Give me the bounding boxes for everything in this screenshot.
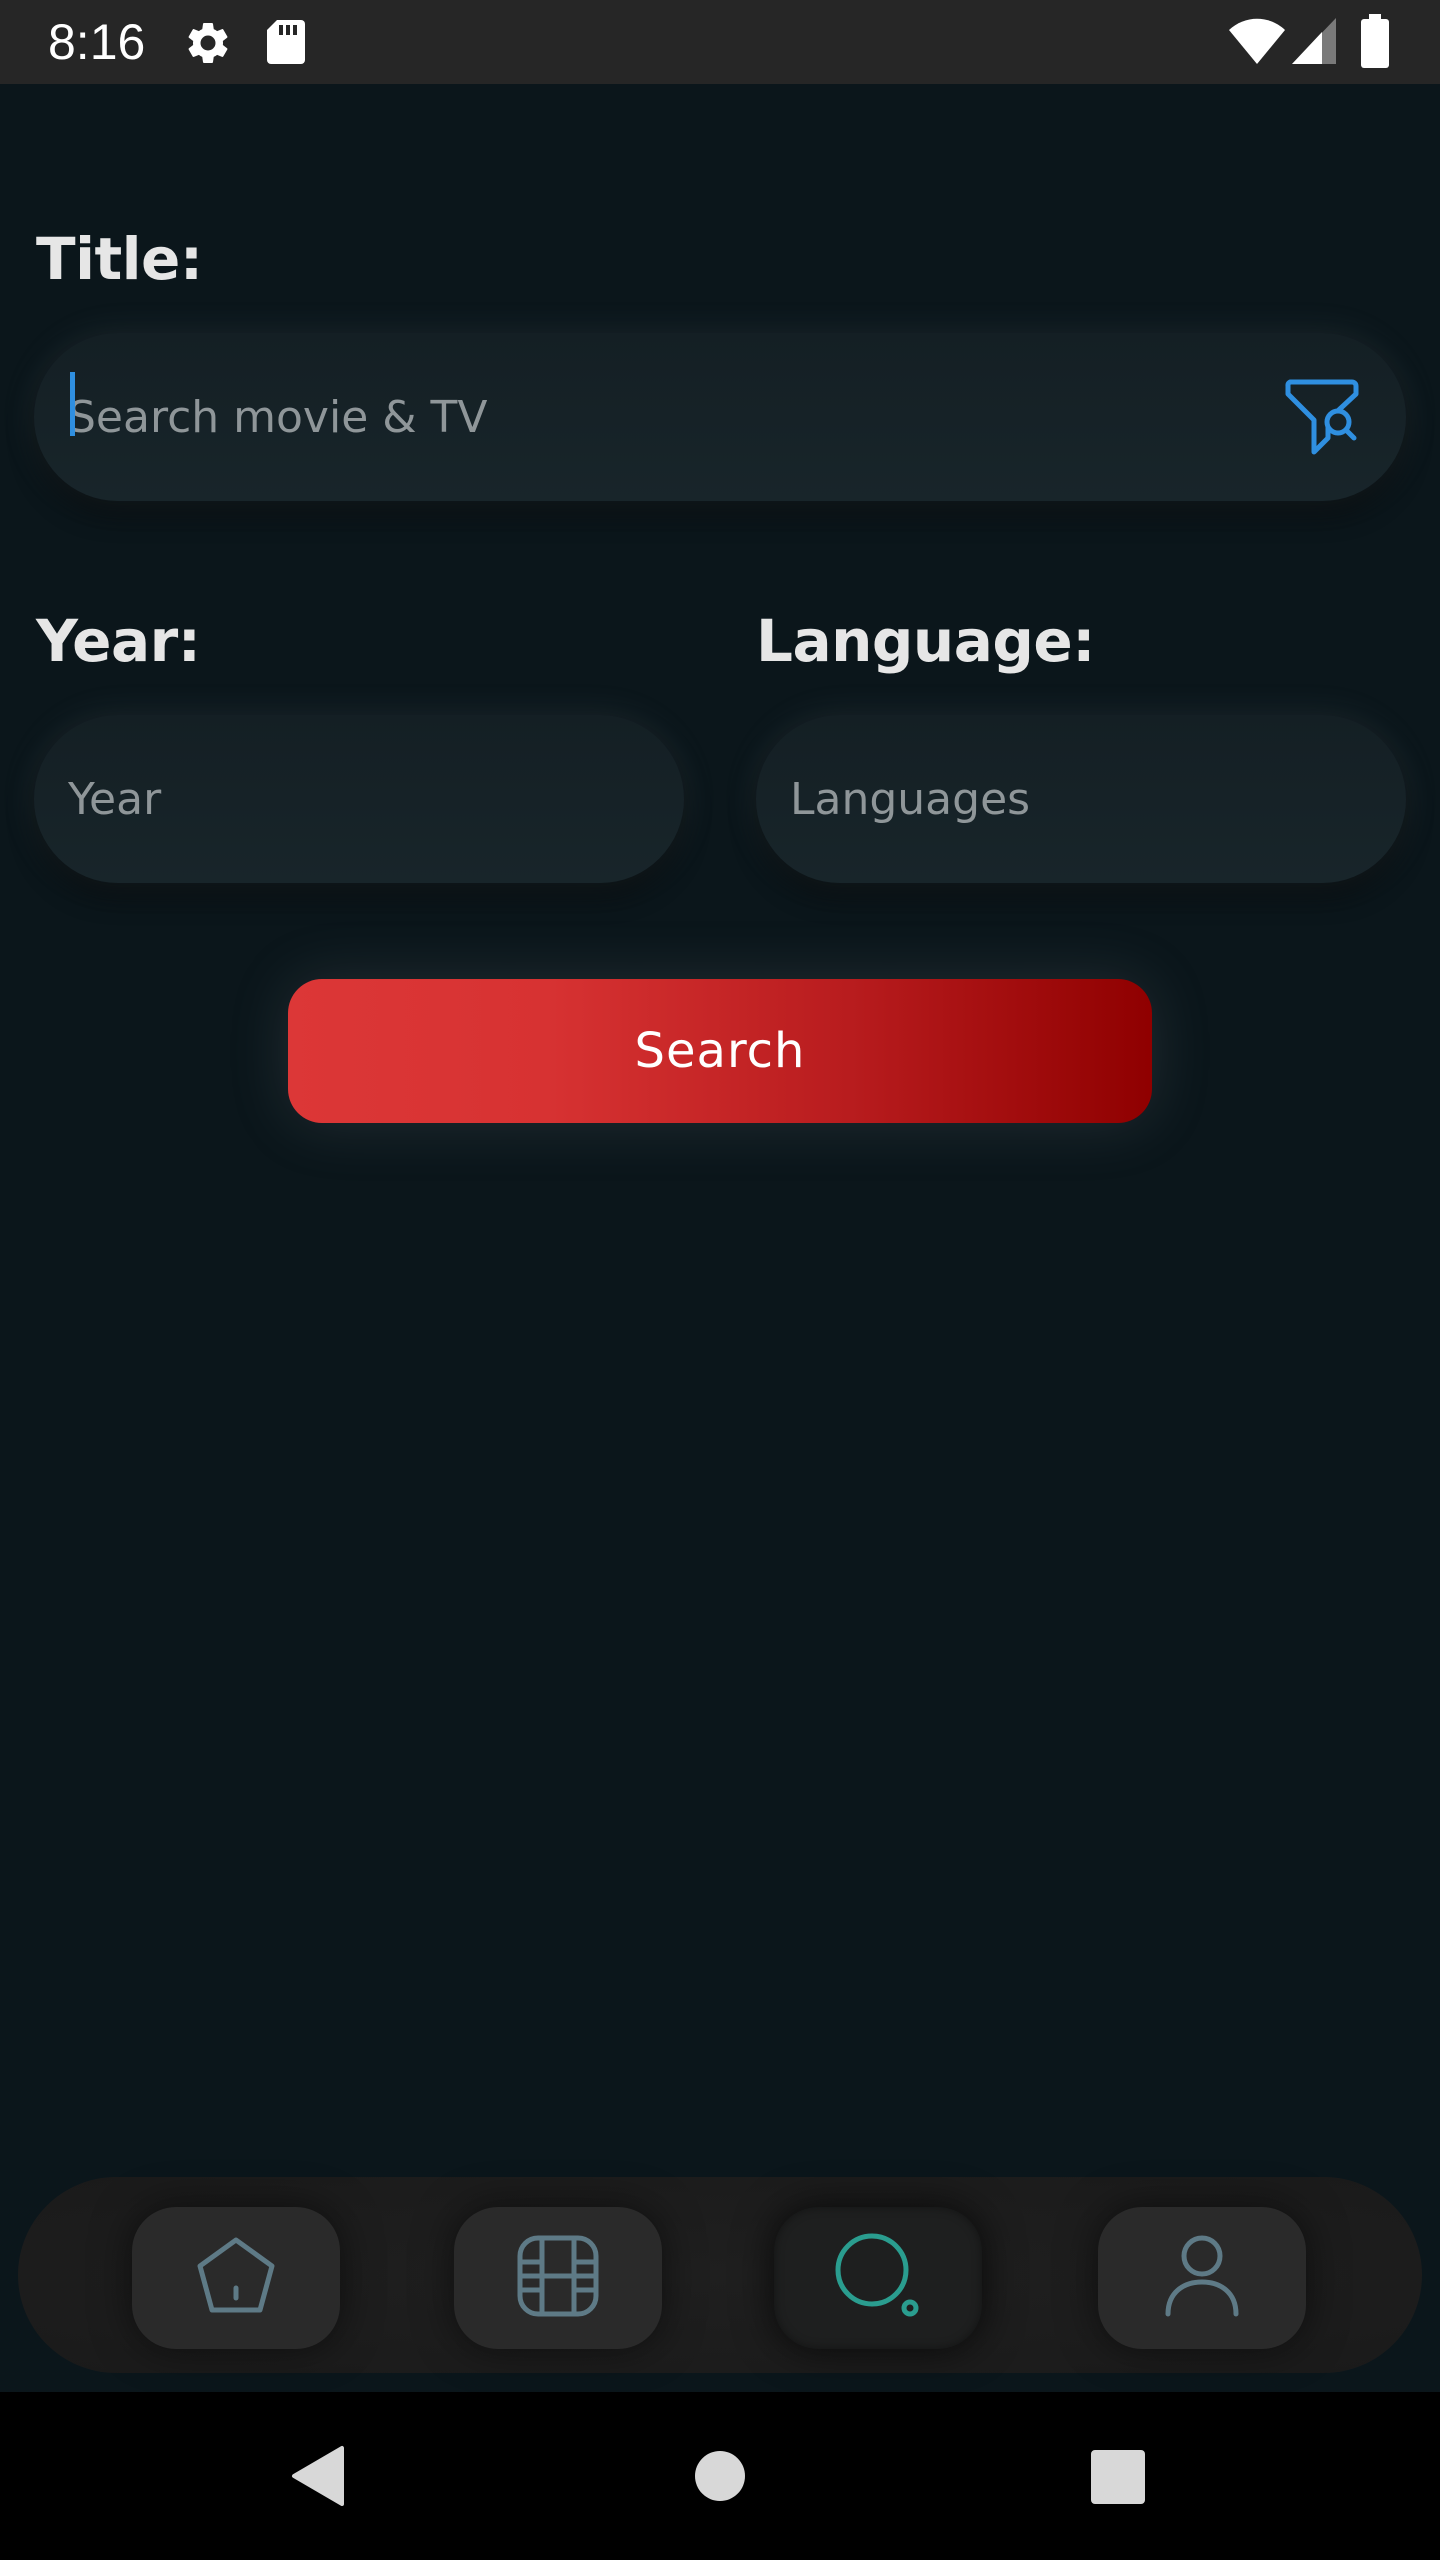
language-input[interactable] — [790, 715, 1370, 883]
home-circle-icon[interactable] — [694, 2450, 746, 2506]
bottom-nav-bar — [18, 2177, 1422, 2373]
language-field[interactable] — [756, 715, 1406, 883]
title-label: Title: — [36, 225, 203, 293]
sd-card-icon — [265, 18, 307, 70]
text-cursor — [70, 372, 75, 436]
cell-signal-icon — [1292, 18, 1336, 68]
nav-search-button[interactable] — [774, 2207, 982, 2349]
film-icon — [514, 2232, 602, 2324]
year-field[interactable] — [34, 715, 684, 883]
back-icon[interactable] — [290, 2444, 346, 2512]
system-navigation-bar — [0, 2392, 1440, 2560]
status-bar: 8:16 — [0, 0, 1440, 84]
status-time: 8:16 — [48, 14, 146, 70]
year-label: Year: — [36, 607, 201, 675]
wifi-icon — [1228, 18, 1286, 68]
home-icon — [192, 2232, 280, 2324]
language-label: Language: — [756, 607, 1095, 675]
profile-icon — [1158, 2232, 1246, 2324]
search-icon — [832, 2230, 924, 2326]
nav-profile-button[interactable] — [1098, 2207, 1306, 2349]
nav-movies-button[interactable] — [454, 2207, 662, 2349]
title-search-input[interactable] — [68, 333, 1268, 501]
battery-icon — [1361, 14, 1389, 72]
filter-search-icon[interactable] — [1284, 376, 1360, 462]
search-button[interactable]: Search — [288, 979, 1152, 1123]
nav-home-button[interactable] — [132, 2207, 340, 2349]
settings-gear-icon — [183, 18, 233, 72]
recents-square-icon[interactable] — [1091, 2450, 1145, 2508]
title-search-field[interactable] — [34, 333, 1406, 501]
year-input[interactable] — [68, 715, 648, 883]
